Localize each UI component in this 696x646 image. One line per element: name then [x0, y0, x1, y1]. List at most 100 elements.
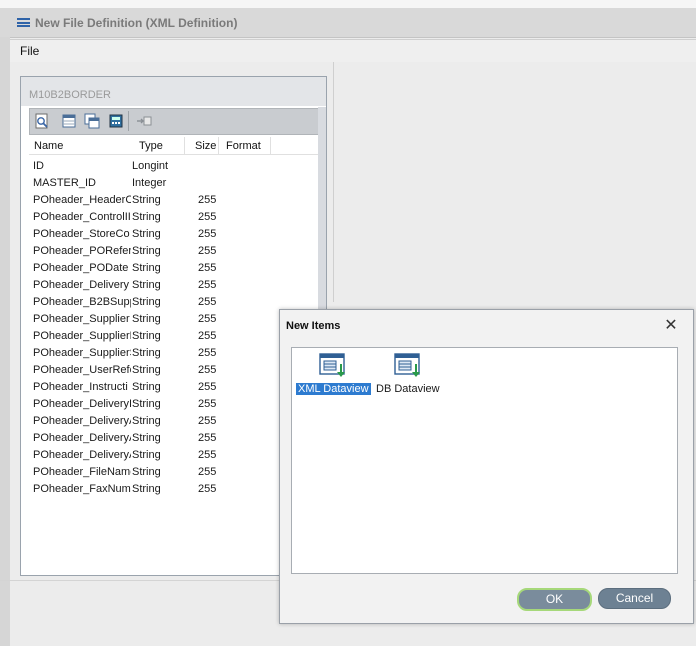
menu-file[interactable]: File [20, 44, 39, 58]
field-size: 255 [198, 262, 217, 274]
new-items-dialog: New Items ✕ XML Dataview DB Dataview OK … [279, 309, 694, 624]
field-type: String [132, 432, 161, 444]
field-size: 255 [198, 245, 217, 257]
table-row[interactable]: POheader_PORefer String 255 [29, 244, 318, 261]
item-label: DB Dataview [376, 383, 440, 395]
field-type: String [132, 194, 161, 206]
table-row[interactable]: POheader_B2BSupp String 255 [29, 295, 318, 312]
panel-header: M10B2BORDER [21, 77, 326, 106]
table-row[interactable]: POheader_StoreCo String 255 [29, 227, 318, 244]
table-row[interactable]: POheader_Supplier String 255 [29, 312, 318, 329]
table-row[interactable]: POheader_FileName String 255 [29, 465, 318, 482]
field-type: String [132, 364, 161, 376]
field-size: 255 [198, 296, 217, 308]
column-type[interactable]: Type [139, 140, 163, 152]
field-name: POheader_DeliveryA [33, 432, 131, 444]
column-separator [184, 137, 185, 154]
field-size: 255 [198, 449, 217, 461]
cancel-button[interactable]: Cancel [598, 588, 671, 609]
field-size: 255 [198, 398, 217, 410]
field-type: String [132, 245, 161, 257]
field-size: 255 [198, 466, 217, 478]
table-copy-icon[interactable] [83, 112, 101, 130]
field-size: 255 [198, 330, 217, 342]
column-header: Name Type Size Format [29, 137, 318, 155]
field-size: 255 [198, 347, 217, 359]
table-row[interactable]: POheader_Delivery String 255 [29, 278, 318, 295]
menu-icon[interactable] [17, 18, 30, 27]
field-size: 255 [198, 313, 217, 325]
field-name: POheader_SupplierS [33, 347, 131, 359]
table-row[interactable]: POheader_ControlII String 255 [29, 210, 318, 227]
field-type: String [132, 313, 161, 325]
field-name: POheader_SupplierN [33, 330, 131, 342]
item-label: XML Dataview [296, 383, 371, 395]
field-name: MASTER_ID [33, 177, 96, 189]
field-type: String [132, 347, 161, 359]
table-icon[interactable] [60, 112, 78, 130]
field-name: POheader_ControlII [33, 211, 131, 223]
field-size: 255 [198, 415, 217, 427]
column-separator [218, 137, 219, 154]
field-name: POheader_Instructi [33, 381, 128, 393]
field-name: POheader_DeliveryA [33, 449, 131, 461]
field-type: String [132, 262, 161, 274]
left-edge [0, 37, 10, 646]
table-row[interactable]: MASTER_ID Integer [29, 176, 318, 193]
table-row[interactable]: POheader_SupplierN String 255 [29, 329, 318, 346]
find-icon[interactable] [33, 112, 51, 130]
table-row[interactable]: POheader_DeliveryA String 255 [29, 431, 318, 448]
field-name: POheader_Delivery [33, 279, 129, 291]
table-row[interactable]: POheader_DeliveryA String 255 [29, 448, 318, 465]
column-separator [270, 137, 271, 154]
field-type: Integer [132, 177, 167, 189]
column-name[interactable]: Name [34, 140, 63, 152]
field-name: POheader_HeaderC [33, 194, 131, 206]
field-size: 255 [198, 279, 217, 291]
panel-toolbar [29, 108, 320, 135]
field-list: ID Longint MASTER_ID Integer POheader_Head… [29, 159, 318, 499]
field-name: POheader_PORefer [33, 245, 131, 257]
field-type: String [132, 228, 161, 240]
field-type: String [132, 381, 161, 393]
table-row[interactable]: POheader_DeliveryI String 255 [29, 397, 318, 414]
field-type: String [132, 296, 161, 308]
workspace-divider [333, 62, 334, 302]
field-size: 255 [198, 381, 217, 393]
field-size: 255 [198, 228, 217, 240]
field-type: String [132, 483, 161, 495]
table-row[interactable]: POheader_DeliveryA String 255 [29, 414, 318, 431]
table-row[interactable]: POheader_SupplierS String 255 [29, 346, 318, 363]
db-dataview-icon [393, 352, 423, 380]
field-name: POheader_DeliveryI [33, 398, 131, 410]
insert-field-icon[interactable] [135, 112, 153, 130]
item-db-dataview[interactable]: DB Dataview [374, 352, 442, 395]
field-type: String [132, 449, 161, 461]
table-row[interactable]: POheader_UserRefe String 255 [29, 363, 318, 380]
table-row[interactable]: POheader_FaxNumb String 255 [29, 482, 318, 499]
item-xml-dataview[interactable]: XML Dataview [296, 352, 371, 395]
field-type: Longint [132, 160, 169, 172]
field-name: POheader_B2BSupp [33, 296, 131, 308]
ok-button[interactable]: OK [517, 588, 592, 611]
column-size[interactable]: Size [195, 140, 216, 152]
field-name: POheader_Supplier [33, 313, 130, 325]
table-row[interactable]: POheader_Instructi String 255 [29, 380, 318, 397]
menu-bar: File [10, 39, 696, 63]
table-row[interactable]: POheader_PODate String 255 [29, 261, 318, 278]
close-icon[interactable]: ✕ [661, 316, 681, 336]
column-format[interactable]: Format [226, 140, 261, 152]
field-name: POheader_StoreCo [33, 228, 130, 240]
field-size: 255 [198, 211, 217, 223]
field-name: POheader_UserRefe [33, 364, 131, 376]
table-row[interactable]: ID Longint [29, 159, 318, 176]
field-name: POheader_FaxNumb [33, 483, 131, 495]
calculator-icon[interactable] [107, 112, 125, 130]
field-type: String [132, 398, 161, 410]
field-name: ID [33, 160, 44, 172]
table-row[interactable]: POheader_HeaderC String 255 [29, 193, 318, 210]
field-name: POheader_FileName [33, 466, 131, 478]
toolbar-separator [128, 111, 129, 131]
field-size: 255 [198, 483, 217, 495]
field-name: POheader_PODate [33, 262, 129, 274]
